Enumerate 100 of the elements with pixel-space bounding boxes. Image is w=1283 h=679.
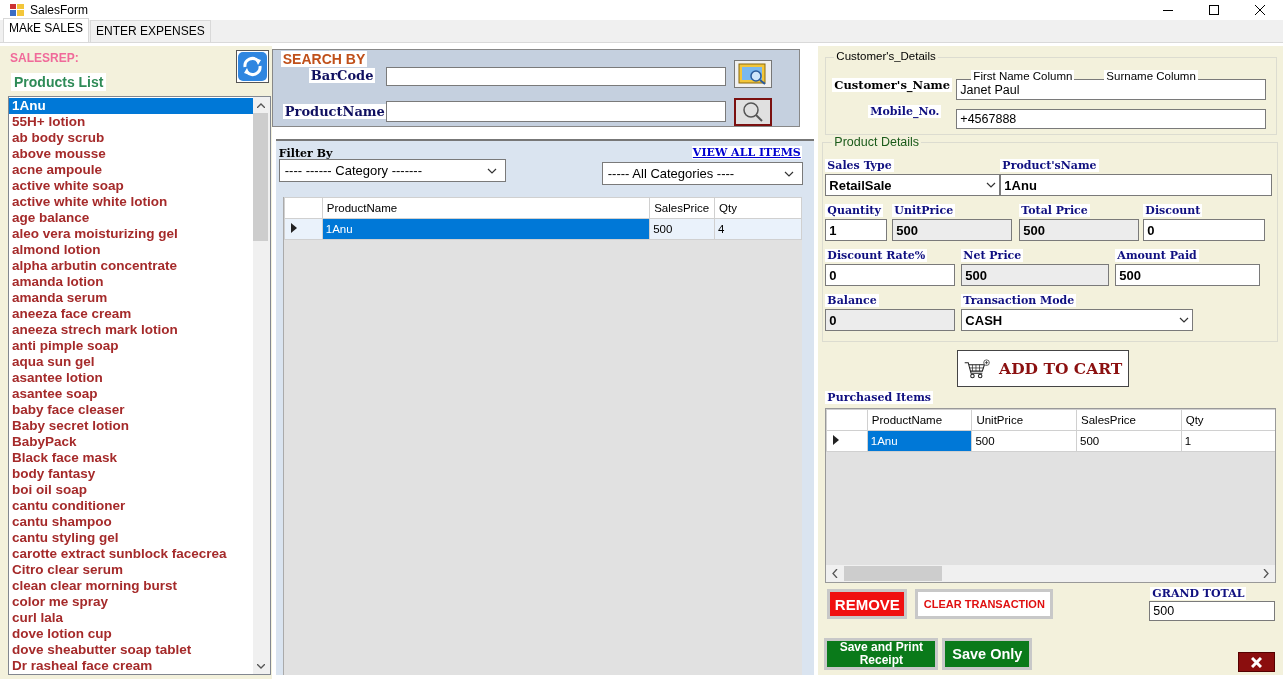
text-field[interactable]: 500: [1019, 219, 1140, 241]
product-list-item[interactable]: Dr rasheal face cream: [9, 658, 253, 674]
category-dropdown[interactable]: ---- ------ Category -------: [278, 159, 506, 182]
product-list-item[interactable]: alpha arbutin concentrate: [9, 258, 253, 274]
product-list-item[interactable]: aneeza strech mark lotion: [9, 322, 253, 338]
add-to-cart-button[interactable]: ADD TO CART: [957, 350, 1130, 387]
remove-button[interactable]: REMOVE: [827, 589, 908, 619]
product-list-item[interactable]: aleo vera moisturizing gel: [9, 226, 253, 242]
column-header[interactable]: SalesPrice: [649, 197, 715, 219]
column-header[interactable]: ProductName: [322, 197, 650, 219]
text-field[interactable]: 500: [961, 264, 1110, 286]
product-list-item[interactable]: 55H+ lotion: [9, 114, 253, 130]
text-field[interactable]: 1: [825, 219, 888, 241]
table-cell: 500: [971, 430, 1077, 452]
column-header[interactable]: SalesPrice: [1076, 409, 1182, 431]
grand-total-label: GRAND TOTAL: [1150, 587, 1247, 600]
tab[interactable]: ENTER EXPENSES: [90, 20, 211, 42]
product-list-item[interactable]: baby face cleaser: [9, 402, 253, 418]
product-list-item[interactable]: almond lotion: [9, 242, 253, 258]
save-and-print-button[interactable]: Save and Print Receipt: [824, 638, 939, 670]
product-list-item[interactable]: asantee soap: [9, 386, 253, 402]
text-field[interactable]: 0: [825, 309, 956, 331]
field-label: Transaction Mode: [961, 294, 1077, 307]
save-only-button[interactable]: Save Only: [942, 638, 1033, 670]
product-list-item[interactable]: clean clear morning burst: [9, 578, 253, 594]
product-list-item[interactable]: Black face mask: [9, 450, 253, 466]
field-label: Sales Type: [825, 159, 894, 172]
field-label: Discount: [1143, 204, 1203, 217]
product-list-item[interactable]: aneeza face cream: [9, 306, 253, 322]
column-header[interactable]: Qty: [714, 197, 802, 219]
exit-button[interactable]: [1238, 652, 1276, 672]
scrollbar-thumb[interactable]: [844, 566, 943, 581]
app-icon: [10, 4, 24, 16]
mobile-number-label: Mobile_No.: [868, 105, 942, 118]
purchased-items-title: Purchased Items: [825, 391, 934, 404]
product-list-item[interactable]: active white soap: [9, 178, 253, 194]
product-list-item[interactable]: age balance: [9, 210, 253, 226]
product-list-item[interactable]: ab body scrub: [9, 130, 253, 146]
text-field[interactable]: 0: [825, 264, 956, 286]
chevron-icon: [486, 167, 497, 174]
text-field[interactable]: 1Anu: [1000, 174, 1273, 196]
product-list-item[interactable]: acne ampoule: [9, 162, 253, 178]
column-header[interactable]: Qty: [1181, 409, 1276, 431]
row-pointer-icon: [290, 223, 297, 233]
search-button[interactable]: [733, 98, 772, 126]
product-list-item[interactable]: color me spray: [9, 594, 253, 610]
scrollbar-thumb[interactable]: [252, 113, 268, 241]
product-list-item[interactable]: cantu styling gel: [9, 530, 253, 546]
field-label: UnitPrice: [892, 204, 956, 217]
field-label: Balance: [825, 294, 879, 307]
field-label: Total Price: [1019, 204, 1090, 217]
column-header[interactable]: ProductName: [867, 409, 972, 431]
product-name-search-field[interactable]: [385, 101, 726, 122]
refresh-button[interactable]: [236, 50, 269, 83]
product-list-item[interactable]: dove lotion cup: [9, 626, 253, 642]
product-list-item[interactable]: curl lala: [9, 610, 253, 626]
barcode-field[interactable]: [385, 67, 726, 86]
product-list-item[interactable]: carotte extract sunblock facecrea: [9, 546, 253, 562]
products-list-title: Products List: [11, 73, 107, 91]
product-list-item[interactable]: above mousse: [9, 146, 253, 162]
chevron-icon: [783, 170, 794, 177]
product-list-item[interactable]: Baby secret lotion: [9, 418, 253, 434]
product-list-item[interactable]: body fantasy: [9, 466, 253, 482]
product-list-item[interactable]: boi oil soap: [9, 482, 253, 498]
text-field[interactable]: 500: [1115, 264, 1261, 286]
all-categories-dropdown[interactable]: ----- All Categories ----: [601, 162, 803, 185]
dropdown[interactable]: CASH: [961, 309, 1194, 331]
dropdown[interactable]: RetailSale: [825, 174, 1001, 196]
table-cell: 500: [1076, 430, 1182, 452]
text-field[interactable]: 500: [892, 219, 1013, 241]
chevron-icon: [1179, 317, 1190, 323]
mobile-number-field[interactable]: +4567888: [956, 109, 1267, 129]
chevron-icon: [986, 182, 997, 188]
column-header[interactable]: UnitPrice: [971, 409, 1077, 431]
field-label: Quantity: [825, 204, 883, 217]
product-list-item[interactable]: aqua sun gel: [9, 354, 253, 370]
product-list-item[interactable]: amanda lotion: [9, 274, 253, 290]
product-list-item[interactable]: cantu conditioner: [9, 498, 253, 514]
tab[interactable]: MAkE SALES: [3, 18, 90, 42]
product-list-item[interactable]: asantee lotion: [9, 370, 253, 386]
horizontal-scrollbar[interactable]: [826, 565, 1276, 582]
product-list-item[interactable]: active white white lotion: [9, 194, 253, 210]
product-list-item[interactable]: BabyPack: [9, 434, 253, 450]
customer-name-field[interactable]: Janet Paul: [956, 79, 1267, 100]
product-list-item[interactable]: Citro clear serum: [9, 562, 253, 578]
product-list-item[interactable]: dove sheabutter soap tablet: [9, 642, 253, 658]
grand-total-field[interactable]: 500: [1149, 601, 1276, 621]
view-all-items-link[interactable]: VIEW ALL ITEMS: [691, 146, 802, 159]
product-list-item[interactable]: 1Anu: [9, 98, 253, 114]
picture-magnifier-icon: [736, 62, 769, 86]
product-list-item[interactable]: anti pimple soap: [9, 338, 253, 354]
vertical-scrollbar[interactable]: [252, 97, 270, 674]
close-icon: [1255, 5, 1265, 15]
scroll-up-icon: [257, 102, 266, 108]
clear-transaction-button[interactable]: CLEAR TRANSACTION: [915, 589, 1054, 619]
product-list-item[interactable]: amanda serum: [9, 290, 253, 306]
field-label: Product'sName: [1000, 159, 1099, 172]
text-field[interactable]: 0: [1143, 219, 1266, 241]
product-list-item[interactable]: cantu shampoo: [9, 514, 253, 530]
barcode-scan-button[interactable]: [733, 60, 772, 88]
